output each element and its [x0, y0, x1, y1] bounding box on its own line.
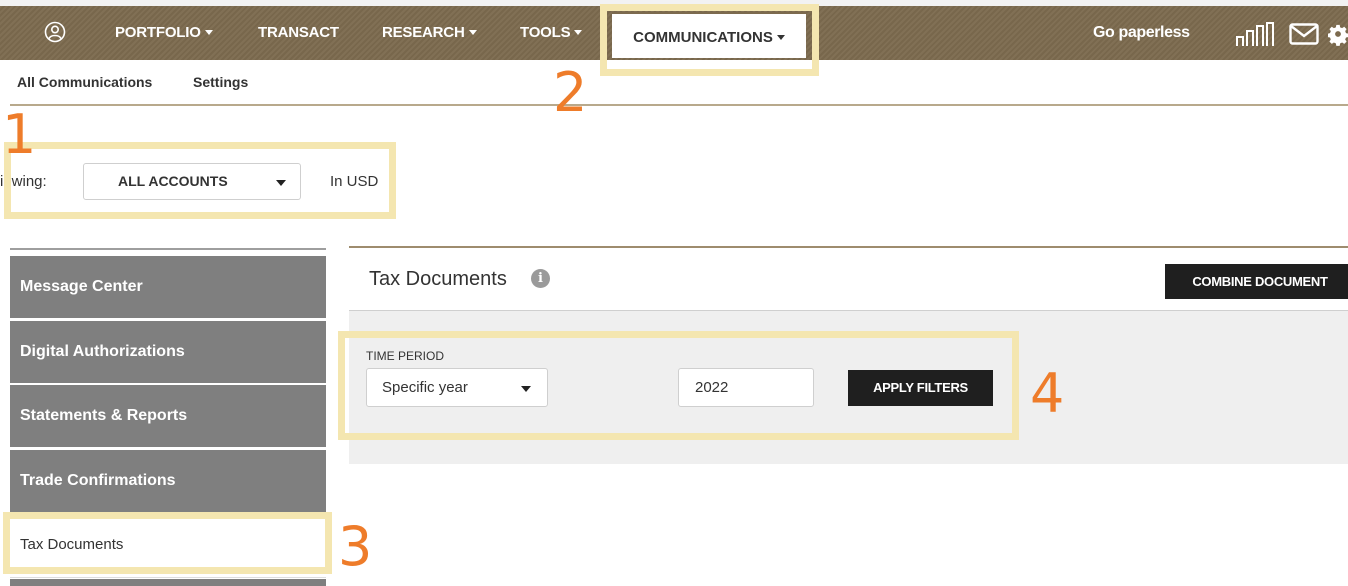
chevron-down-icon	[468, 29, 477, 35]
chevron-down-icon	[574, 29, 583, 35]
sidebar-item-statements-reports[interactable]: Statements & Reports	[10, 385, 326, 447]
nav-research-label: RESEARCH	[382, 24, 465, 41]
callout-3: 3	[338, 515, 373, 578]
nav-transact[interactable]: TRANSACT	[258, 6, 339, 60]
page-title: Tax Documents	[369, 268, 507, 290]
go-paperless-link[interactable]: Go paperless	[1093, 6, 1190, 60]
highlight-box-2	[600, 4, 819, 76]
sidebar-divider	[10, 248, 326, 250]
sidebar-item-partial	[10, 579, 326, 586]
subnav-all-communications[interactable]: All Communications	[17, 74, 152, 90]
sidebar-item-message-center[interactable]: Message Center	[10, 256, 326, 318]
nav-research[interactable]: RESEARCH	[382, 6, 477, 60]
sidebar-item-label: Trade Confirmations	[20, 472, 176, 489]
chevron-down-icon	[204, 29, 213, 35]
nav-transact-label: TRANSACT	[258, 24, 339, 41]
sidebar-item-label: Digital Authorizations	[20, 343, 185, 360]
user-icon[interactable]	[44, 21, 66, 43]
info-icon[interactable]: i	[531, 269, 550, 288]
nav-tools-label: TOOLS	[520, 24, 571, 41]
nav-tools[interactable]: TOOLS	[520, 6, 583, 60]
sidebar-item-digital-authorizations[interactable]: Digital Authorizations	[10, 321, 326, 383]
sidebar-item-trade-confirmations[interactable]: Trade Confirmations	[10, 450, 326, 512]
callout-2: 2	[553, 61, 588, 124]
subnav-settings[interactable]: Settings	[193, 74, 248, 90]
highlight-box-4	[338, 331, 1019, 440]
callout-4: 4	[1030, 362, 1065, 425]
chart-icon[interactable]	[1235, 22, 1275, 48]
highlight-box-3	[3, 512, 332, 574]
nav-portfolio-label: PORTFOLIO	[115, 24, 201, 41]
subnav-divider	[10, 104, 1348, 106]
callout-1: 1	[2, 103, 37, 166]
nav-portfolio[interactable]: PORTFOLIO	[115, 6, 213, 60]
combine-document-button[interactable]: COMBINE DOCUMENT	[1165, 264, 1348, 299]
gear-icon[interactable]	[1328, 22, 1348, 46]
sidebar-item-label: Statements & Reports	[20, 407, 188, 424]
mail-icon[interactable]	[1289, 23, 1319, 45]
highlight-box-1	[4, 142, 396, 219]
sidebar-item-label: Message Center	[20, 278, 143, 295]
panel-top-rule	[349, 246, 1348, 248]
